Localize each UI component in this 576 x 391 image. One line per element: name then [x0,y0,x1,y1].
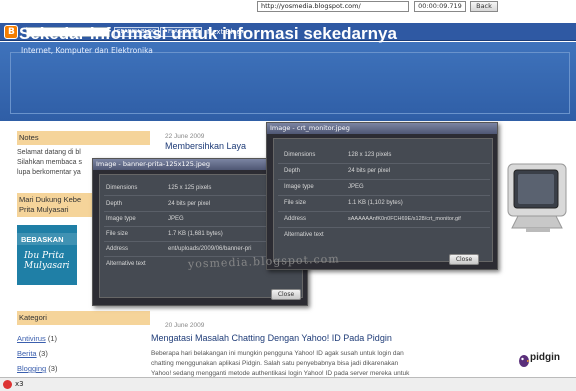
prop-value: JPEG [348,184,364,190]
separator [278,227,490,228]
category-item[interactable]: Blogging (3) [17,364,57,373]
image-properties-dialog-right: Image - crt_monitor.jpeg Dimensions 128 … [266,122,498,270]
blog-description: Internet, Komputer dan Elektronika [21,46,153,55]
prop-label: File size [106,231,129,237]
banner-bottom-line: Ibu Prita [24,251,65,261]
separator [278,211,490,212]
category-item[interactable]: Antivirus (1) [17,334,57,343]
category-link[interactable]: Antivirus [17,334,46,343]
header-frame [10,52,570,114]
prop-value[interactable]: ent/uploads/2009/06/banner-pri [168,246,251,252]
notes-line: lupa berkomentar ya [17,169,81,176]
banner-bottom-line: Mulyasari [24,261,70,271]
browser-toolbar: http://yosmedia.blogspot.com/ 00:00:09.7… [0,0,576,14]
dialog-title[interactable]: Image - crt_monitor.jpeg [267,123,497,134]
blogger-logo-letter: B [8,27,15,37]
category-count: (1) [47,334,58,343]
back-button[interactable]: Back [470,1,498,12]
separator [278,163,490,164]
close-button[interactable]: Close [449,254,479,265]
prita-banner-image[interactable]: BEBASKAN Ibu Prita Mulyasari [17,225,77,285]
prop-label: Image type [284,184,314,190]
prop-label: Depth [284,168,301,174]
post-body-line: Beberapa hari belakangan ini mungkin pen… [151,350,404,357]
notes-heading: Notes [17,131,150,145]
pidgin-logo: pidgin [518,350,574,370]
pidgin-logo-text: pidgin [530,352,560,363]
post-title[interactable]: Mengatasi Masalah Chatting Dengan Yahoo!… [151,333,392,343]
separator [278,195,490,196]
crt-monitor-image [507,163,567,232]
post-date: 22 June 2009 [165,133,205,140]
separator [278,179,490,180]
url-field[interactable]: http://yosmedia.blogspot.com/ [257,1,409,12]
notes-line: Silahkan membaca s [17,159,82,166]
prop-value: JPEG [168,216,184,222]
banner-bottom-text: Ibu Prita Mulyasari [24,251,70,271]
post-title[interactable]: Membersihkan Laya [165,141,246,151]
prop-label: Dimensions [284,152,316,158]
prop-label: Address [106,246,129,252]
prop-value: 1.1 KB (1,102 bytes) [348,200,403,206]
post-date: 20 June 2009 [165,322,205,329]
pidgin-bird-icon [519,355,530,367]
blogger-logo-icon[interactable]: B [4,25,18,39]
category-count: (3) [38,349,48,358]
prop-label: Address [284,216,307,222]
category-count: (3) [48,364,58,373]
prop-label: Alternative text [106,261,146,267]
post-body-line: chatting menggunakan aplikasi Pidgin. Sa… [151,360,399,367]
prop-value: 125 x 125 pixels [168,185,212,191]
category-link[interactable]: Blogging [17,364,46,373]
close-button[interactable]: Close [271,289,301,300]
notes-line: Selamat datang di bl [17,149,81,156]
status-count: x3 [15,380,24,388]
category-link[interactable]: Berita [17,349,37,358]
prop-label: File size [284,200,307,206]
prop-label: Depth [106,201,123,207]
banner-top-text: BEBASKAN [21,235,64,244]
prop-label: Image type [106,216,136,222]
dialog-body: Dimensions 128 x 123 pixels Depth 24 bit… [273,138,493,262]
timer-display: 00:00:09.719 [414,1,466,12]
status-bar: x3 [0,377,576,391]
prop-value: 128 x 123 pixels [348,152,392,158]
prop-value[interactable]: sAAAAAAnfK0n0FCH69E/s128/crt_monitor.gif [348,216,461,222]
prop-label: Alternative text [284,232,324,238]
prop-value: 1.7 KB (1,681 bytes) [168,231,223,237]
prop-value: 24 bits per pixel [168,201,211,207]
app-icon[interactable] [3,380,12,389]
blog-title[interactable]: Sekedar informasi untuk informasi sekeda… [19,24,397,44]
prop-label: Dimensions [106,185,138,191]
category-item[interactable]: Berita (3) [17,349,48,358]
prop-value: 24 bits per pixel [348,168,391,174]
categories-heading: Kategori [17,311,150,325]
